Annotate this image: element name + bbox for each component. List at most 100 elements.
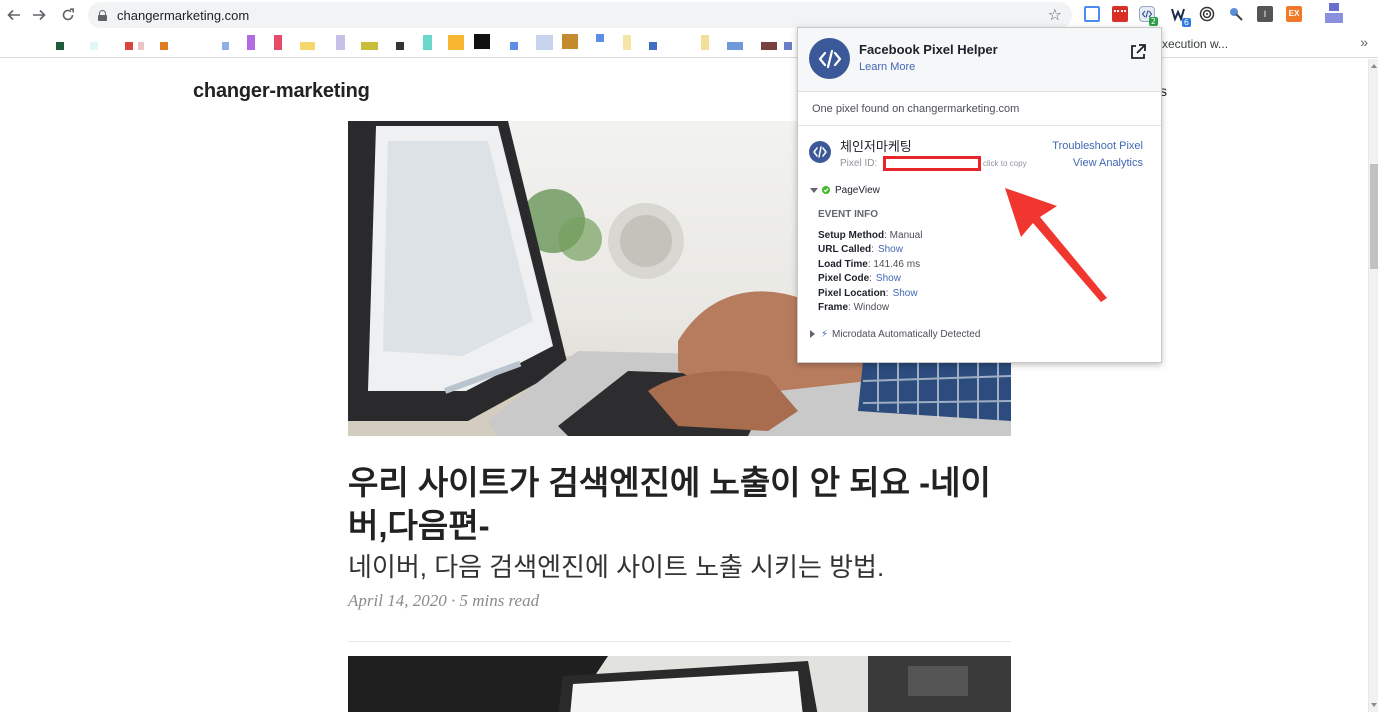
- post-subtitle: 네이버, 다음 검색엔진에 사이트 노출 시키는 방법.: [348, 552, 885, 582]
- scroll-down-icon[interactable]: [1371, 703, 1377, 707]
- lock-icon: [98, 9, 107, 21]
- bookmark-favicon[interactable]: [536, 35, 553, 50]
- field-value: Window: [853, 302, 890, 313]
- open-external-icon[interactable]: [1129, 43, 1147, 61]
- browser-toolbar: changermarketing.com ☆ 2 6 I EX: [0, 0, 1378, 30]
- popup-header: Facebook Pixel Helper Learn More: [798, 28, 1161, 92]
- address-bar[interactable]: changermarketing.com ☆: [88, 2, 1072, 28]
- ex-extension-icon[interactable]: EX: [1286, 6, 1302, 22]
- bookmark-favicon[interactable]: [562, 34, 578, 49]
- click-to-copy-hint: click to copy: [983, 159, 1027, 168]
- event-field-pixel-location: Pixel Location: Show: [818, 288, 918, 299]
- scroll-up-icon[interactable]: [1371, 64, 1377, 68]
- show-url-link[interactable]: Show: [878, 244, 903, 255]
- pixel-name: 체인저마케팅: [840, 139, 912, 154]
- pixel-id-redacted-box[interactable]: [883, 156, 981, 171]
- bookmark-favicon[interactable]: [474, 34, 490, 49]
- view-analytics-link[interactable]: View Analytics: [1073, 157, 1143, 169]
- microdata-row[interactable]: ⚡ Microdata Automatically Detected: [810, 327, 980, 341]
- field-value: Manual: [889, 230, 923, 241]
- expand-chevron-down-icon[interactable]: [810, 187, 818, 193]
- extension-red-icon[interactable]: [1112, 6, 1128, 22]
- event-field-pixel-code: Pixel Code: Show: [818, 273, 901, 284]
- bookmark-favicon[interactable]: [336, 35, 345, 50]
- field-key: Setup Method: [818, 230, 885, 241]
- bookmark-favicon[interactable]: [300, 42, 315, 50]
- bookmark-favicon[interactable]: [247, 35, 255, 50]
- field-key: Frame: [818, 302, 849, 313]
- bookmark-favicon[interactable]: [222, 42, 229, 50]
- bookmark-favicon[interactable]: [423, 35, 432, 50]
- success-check-icon: [822, 186, 830, 194]
- page-scrollbar[interactable]: [1368, 59, 1378, 712]
- pixels-found-text: One pixel found on changermarketing.com: [812, 103, 1020, 115]
- learn-more-link[interactable]: Learn More: [859, 61, 915, 73]
- pixel-code-icon: [809, 141, 831, 163]
- bookmark-favicon[interactable]: [361, 42, 378, 50]
- bookmarks-bar: xecution w... »: [0, 30, 1378, 58]
- event-field-frame: Frame: Window: [818, 302, 890, 313]
- bookmark-favicon[interactable]: [274, 35, 282, 50]
- pixel-id-label: Pixel ID:: [840, 158, 878, 169]
- back-icon[interactable]: [3, 4, 25, 26]
- scrollbar-thumb[interactable]: [1370, 164, 1378, 269]
- event-field-setup-method: Setup Method: Manual: [818, 230, 923, 241]
- wappalyzer-icon[interactable]: 6: [1171, 6, 1191, 27]
- post-title[interactable]: 우리 사이트가 검색엔진에 노출이 안 되요 -네이버,다음편-: [348, 461, 1011, 547]
- bookmark-favicon[interactable]: [138, 42, 144, 50]
- wappalyzer-badge: 6: [1181, 18, 1191, 27]
- pixel-helper-popup: Facebook Pixel Helper Learn More One pix…: [797, 27, 1162, 363]
- bookmark-favicon[interactable]: [125, 42, 133, 50]
- event-field-load-time: Load Time: 141.46 ms: [818, 259, 921, 270]
- microdata-label: Microdata Automatically Detected: [832, 328, 981, 340]
- pixel-count-badge: 2: [1148, 17, 1158, 26]
- bookmark-favicon[interactable]: [727, 42, 743, 50]
- next-post-image[interactable]: [348, 656, 1011, 712]
- bookmarks-overflow-button[interactable]: »: [1360, 34, 1368, 50]
- troubleshoot-pixel-link[interactable]: Troubleshoot Pixel: [1052, 140, 1143, 152]
- show-pixel-code-link[interactable]: Show: [876, 273, 901, 284]
- bookmark-favicon[interactable]: [510, 42, 518, 50]
- event-name: PageView: [835, 184, 880, 196]
- tool-extension-icon[interactable]: [1228, 6, 1244, 22]
- bookmark-favicon[interactable]: [761, 42, 777, 50]
- field-key: Pixel Location: [818, 288, 886, 299]
- url-text[interactable]: changermarketing.com: [117, 8, 249, 23]
- event-info-heading: EVENT INFO: [818, 209, 879, 220]
- lightning-icon: ⚡: [821, 328, 829, 340]
- post-divider: [348, 641, 1011, 642]
- bookmark-favicon[interactable]: [623, 35, 631, 50]
- bookmark-favicon[interactable]: [448, 35, 464, 50]
- post-meta: April 14, 2020 · 5 mins read: [348, 591, 540, 610]
- expand-chevron-right-icon[interactable]: [810, 330, 815, 338]
- bookmark-favicon[interactable]: [56, 42, 64, 50]
- profile-avatar[interactable]: [1325, 3, 1343, 25]
- bookmark-favicon[interactable]: [596, 34, 604, 42]
- target-extension-icon[interactable]: [1199, 6, 1215, 22]
- page-content: changer-marketing s 우리 사이트가 검색엔진에 노출이 안 …: [0, 59, 1368, 712]
- info-extension-icon[interactable]: I: [1257, 6, 1273, 22]
- event-field-url-called: URL Called: Show: [818, 244, 903, 255]
- pixel-helper-extension-icon[interactable]: 2: [1139, 6, 1158, 26]
- bookmark-favicon[interactable]: [396, 42, 404, 50]
- site-title[interactable]: changer-marketing: [193, 80, 370, 103]
- field-key: URL Called: [818, 244, 872, 255]
- field-value: 141.46 ms: [873, 259, 921, 270]
- reload-icon[interactable]: [57, 4, 79, 26]
- popup-divider: [798, 125, 1161, 126]
- bookmark-item-label[interactable]: xecution w...: [1162, 37, 1228, 51]
- bookmark-favicon[interactable]: [90, 42, 98, 50]
- pixel-helper-logo-icon: [809, 38, 850, 79]
- bookmark-star-icon[interactable]: ☆: [1048, 5, 1062, 25]
- field-key: Load Time: [818, 259, 868, 270]
- show-pixel-location-link[interactable]: Show: [893, 288, 918, 299]
- bookmark-favicon[interactable]: [784, 42, 792, 50]
- extension-blue-icon[interactable]: [1084, 6, 1100, 22]
- bookmark-favicon[interactable]: [649, 42, 657, 50]
- field-key: Pixel Code: [818, 273, 870, 284]
- popup-title: Facebook Pixel Helper: [859, 42, 998, 57]
- bookmark-favicon[interactable]: [160, 42, 168, 50]
- pageview-event-row[interactable]: PageView: [810, 183, 880, 197]
- bookmark-favicon[interactable]: [701, 35, 709, 50]
- forward-icon[interactable]: [28, 4, 50, 26]
